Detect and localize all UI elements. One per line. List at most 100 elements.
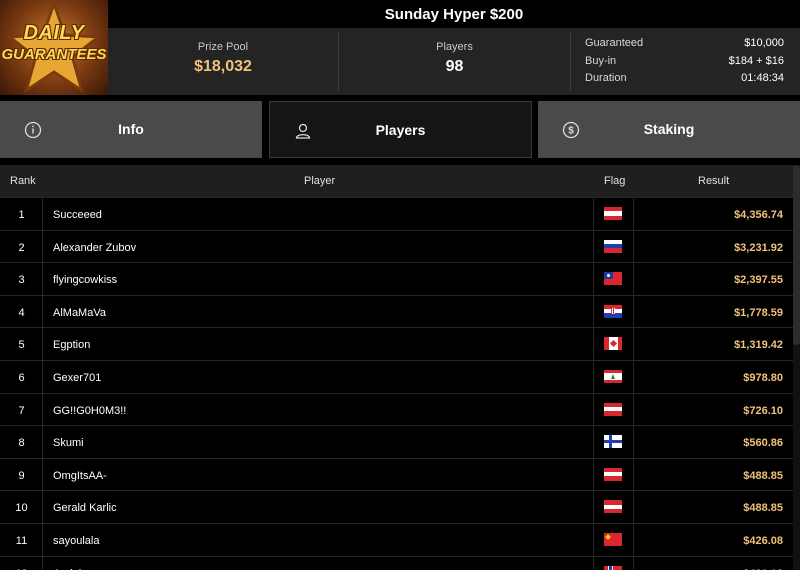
- duration-row: Duration 01:48:34: [585, 72, 784, 86]
- result-cell: $488.85: [743, 469, 783, 482]
- tournament-details: Guaranteed $10,000 Buy-in $184 + $16 Dur…: [585, 28, 800, 95]
- flag-cell: [593, 361, 634, 393]
- tab-staking-label: Staking: [643, 121, 695, 137]
- prize-pool-stat: Prize Pool $18,032: [108, 28, 338, 95]
- duration-label: Duration: [585, 72, 627, 84]
- result-cell: $1,778.59: [734, 306, 783, 319]
- player-name: GG!!G0H0M3!!: [53, 404, 127, 417]
- header-player: Player: [304, 175, 336, 187]
- flag-cell: [593, 556, 634, 570]
- guaranteed-value: $10,000: [744, 37, 784, 49]
- results-table: Rank Player Flag Result 1 Succeeed $4,356.…: [0, 165, 793, 570]
- duration-value: 01:48:34: [741, 72, 784, 84]
- column-divider: [42, 426, 43, 459]
- china-flag-icon: [604, 533, 622, 546]
- divider: [570, 32, 571, 91]
- prize-pool-value: $18,032: [194, 58, 252, 75]
- austria-flag-icon: [604, 402, 622, 416]
- result-cell: $726.10: [743, 404, 783, 417]
- rank-cell: 5: [18, 339, 25, 352]
- taiwan-flag-icon: [604, 272, 622, 286]
- player-name: Succeeed: [53, 209, 102, 221]
- result-cell: $560.86: [743, 437, 783, 450]
- prize-pool-label: Prize Pool: [197, 41, 249, 53]
- flag-cell: [593, 198, 634, 230]
- austria-flag-icon: [604, 207, 622, 220]
- result-cell: $4,356.74: [734, 209, 783, 221]
- tab-players-label: Players: [375, 122, 426, 138]
- result-cell: $3,231.92: [734, 241, 783, 254]
- buyin-label: Buy-in: [585, 55, 617, 67]
- player-name: Skumi: [53, 437, 84, 450]
- result-cell: $1,319.42: [734, 339, 783, 352]
- austria-flag-icon: [604, 467, 622, 481]
- players-stat: Players 98: [339, 28, 570, 95]
- rank-cell: 3: [18, 274, 25, 287]
- column-divider: [42, 295, 43, 328]
- players-label: Players: [436, 41, 473, 53]
- flag-cell: [593, 393, 634, 426]
- flag-cell: [593, 426, 634, 459]
- table-row[interactable]: 6 Gexer701 $978.80: [0, 360, 793, 393]
- player-name: Gerald Karlic: [53, 502, 117, 515]
- column-divider: [42, 458, 43, 491]
- buyin-row: Buy-in $184 + $16: [585, 55, 784, 69]
- stats-bar: Prize Pool $18,032 Players 98 Guaranteed…: [108, 28, 800, 95]
- flag-cell: [593, 263, 634, 296]
- rank-cell: 7: [18, 404, 25, 417]
- scrollbar-thumb[interactable]: [793, 165, 800, 345]
- column-divider: [42, 198, 43, 230]
- column-divider: [42, 263, 43, 296]
- rank-cell: 4: [18, 306, 25, 319]
- column-divider: [42, 361, 43, 393]
- tab-info[interactable]: Info: [0, 101, 262, 158]
- result-cell: $978.80: [743, 372, 783, 384]
- finland-flag-icon: [604, 435, 622, 449]
- guaranteed-label: Guaranteed: [585, 37, 644, 49]
- table-row[interactable]: 11 sayoulala $426.08: [0, 523, 793, 556]
- table-row[interactable]: 1 Succeeed $4,356.74: [0, 197, 793, 230]
- flag-cell: [593, 295, 634, 328]
- rank-cell: 6: [18, 372, 25, 384]
- table-row[interactable]: 3 flyingcowkiss $2,397.55: [0, 262, 793, 296]
- column-divider: [42, 393, 43, 426]
- result-cell: $2,397.55: [734, 274, 783, 287]
- column-divider: [42, 556, 43, 570]
- table-row[interactable]: 10 Gerald Karlic $488.85: [0, 490, 793, 524]
- player-name: AlMaMaVa: [53, 306, 106, 319]
- buyin-value: $184 + $16: [728, 55, 784, 67]
- header-result: Result: [698, 175, 730, 187]
- russia-flag-icon: [604, 239, 622, 253]
- header-rank: Rank: [10, 175, 36, 187]
- tab-players[interactable]: Players: [269, 101, 532, 158]
- canada-flag-icon: [604, 337, 622, 351]
- player-name: sayoulala: [53, 535, 100, 547]
- table-row[interactable]: 7 GG!!G0H0M3!! $726.10: [0, 392, 793, 426]
- table-row[interactable]: 9 OmgItsAA- $488.85: [0, 457, 793, 491]
- logo-line-2: GUARANTEES: [1, 46, 107, 63]
- flag-cell: [593, 230, 634, 263]
- players-value: 98: [445, 58, 464, 75]
- column-divider: [42, 491, 43, 524]
- player-name: OmgItsAA-: [53, 469, 107, 482]
- lebanon-flag-icon: [604, 370, 622, 383]
- rank-cell: 9: [18, 469, 25, 482]
- player-name: Egption: [53, 339, 91, 352]
- column-divider: [42, 524, 43, 556]
- tab-bar: Info Players $ Staking: [0, 101, 800, 158]
- tab-staking[interactable]: $ Staking: [538, 101, 800, 158]
- player-name: flyingcowkiss: [53, 274, 118, 287]
- tournament-title: Sunday Hyper $200: [108, 0, 800, 28]
- table-row[interactable]: 5 Egption $1,319.42: [0, 327, 793, 361]
- norway-flag-icon: [604, 565, 622, 570]
- table-row[interactable]: 12Andakure$426.08: [0, 555, 793, 570]
- croatia-flag-icon: [604, 304, 622, 318]
- logo-line-1: DAILY: [23, 22, 85, 44]
- rank-cell: 11: [15, 535, 28, 547]
- header-flag: Flag: [604, 175, 626, 187]
- table-row[interactable]: 4 AlMaMaVa $1,778.59: [0, 294, 793, 328]
- table-row[interactable]: 8 Skumi $560.86: [0, 425, 793, 459]
- column-divider: [42, 230, 43, 263]
- table-row[interactable]: 2 Alexander Zubov $3,231.92: [0, 229, 793, 263]
- player-name: Gexer701: [53, 372, 102, 384]
